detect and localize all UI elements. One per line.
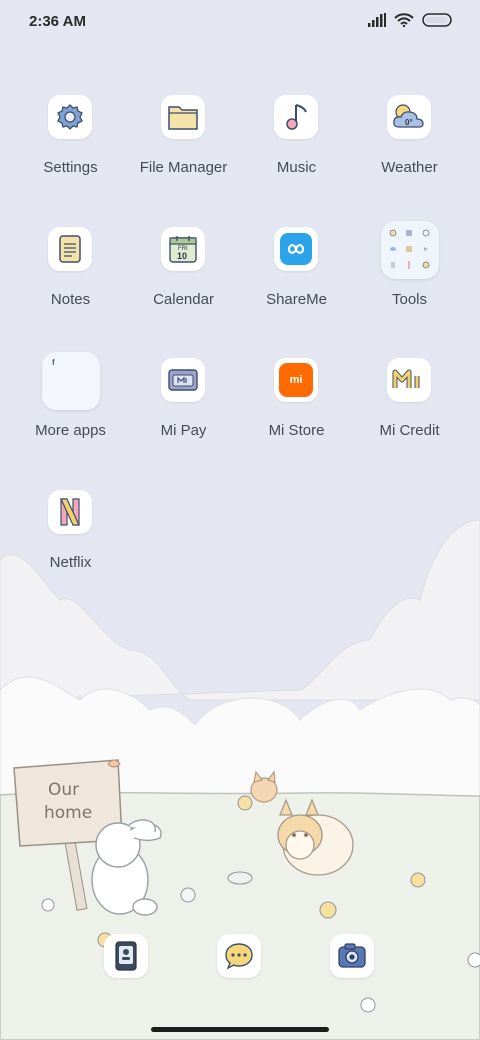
app-label: Calendar <box>153 291 214 308</box>
app-settings[interactable]: Settings <box>14 95 127 205</box>
weather-temp: 0° <box>405 118 413 127</box>
app-label: Settings <box>43 159 98 176</box>
calendar-date: 10 <box>177 251 187 261</box>
app-label: Weather <box>381 159 438 176</box>
phone-icon <box>115 941 137 971</box>
settings-icon <box>48 95 92 139</box>
status-icons <box>368 13 452 27</box>
app-calendar[interactable]: FRI 10 Calendar <box>127 227 240 337</box>
mi-credit-icon <box>387 358 431 402</box>
wallet-icon <box>161 358 205 402</box>
app-label: More apps <box>35 422 106 439</box>
app-label: Tools <box>391 291 428 308</box>
tools-folder-icon <box>381 221 439 279</box>
more-apps-folder-icon: f <box>42 352 100 410</box>
music-note-icon <box>274 95 318 139</box>
app-file-manager[interactable]: File Manager <box>127 95 240 205</box>
app-mi-store[interactable]: mi Mi Store <box>240 358 353 468</box>
calendar-icon: FRI 10 <box>161 227 205 271</box>
sign-text-1: Our <box>48 780 79 800</box>
mi-store-icon: mi <box>274 358 318 402</box>
wifi-icon <box>394 13 414 27</box>
battery-icon <box>422 13 452 27</box>
app-label: Mi Credit <box>379 422 440 439</box>
home-indicator[interactable] <box>151 1027 329 1032</box>
folder-icon <box>161 95 205 139</box>
dock-messages-app[interactable] <box>217 934 261 978</box>
app-mi-pay[interactable]: Mi Pay <box>127 358 240 468</box>
app-label: Mi Store <box>268 422 325 439</box>
app-label: Netflix <box>49 554 92 571</box>
facebook-mini-icon: f <box>52 358 55 367</box>
dock-camera-app[interactable] <box>330 934 374 978</box>
app-music[interactable]: Music <box>240 95 353 205</box>
folder-tools[interactable]: Tools <box>353 221 466 337</box>
app-notes[interactable]: Notes <box>14 227 127 337</box>
weather-icon: 0° <box>387 95 431 139</box>
app-label: File Manager <box>139 159 228 176</box>
netflix-icon <box>48 490 92 534</box>
message-bubble-icon <box>225 943 253 970</box>
app-mi-credit[interactable]: Mi Credit <box>353 358 466 468</box>
app-netflix[interactable]: Netflix <box>14 490 127 600</box>
folder-more-apps[interactable]: f More apps <box>14 352 127 468</box>
app-label: Notes <box>50 291 91 308</box>
shareme-icon <box>274 227 318 271</box>
sign-text-2: home <box>44 803 92 823</box>
notes-icon <box>48 227 92 271</box>
app-label: ShareMe <box>266 291 327 308</box>
signal-icon <box>368 13 386 27</box>
camera-icon <box>338 943 366 968</box>
clock: 2:36 AM <box>29 13 86 30</box>
app-label: Mi Pay <box>160 422 207 439</box>
dock-phone-app[interactable] <box>104 934 148 978</box>
app-label: Music <box>276 159 317 176</box>
mi-logo: mi <box>289 374 303 386</box>
app-weather[interactable]: 0° Weather <box>353 95 466 205</box>
status-bar: 2:36 AM <box>0 0 480 44</box>
app-shareme[interactable]: ShareMe <box>240 227 353 337</box>
